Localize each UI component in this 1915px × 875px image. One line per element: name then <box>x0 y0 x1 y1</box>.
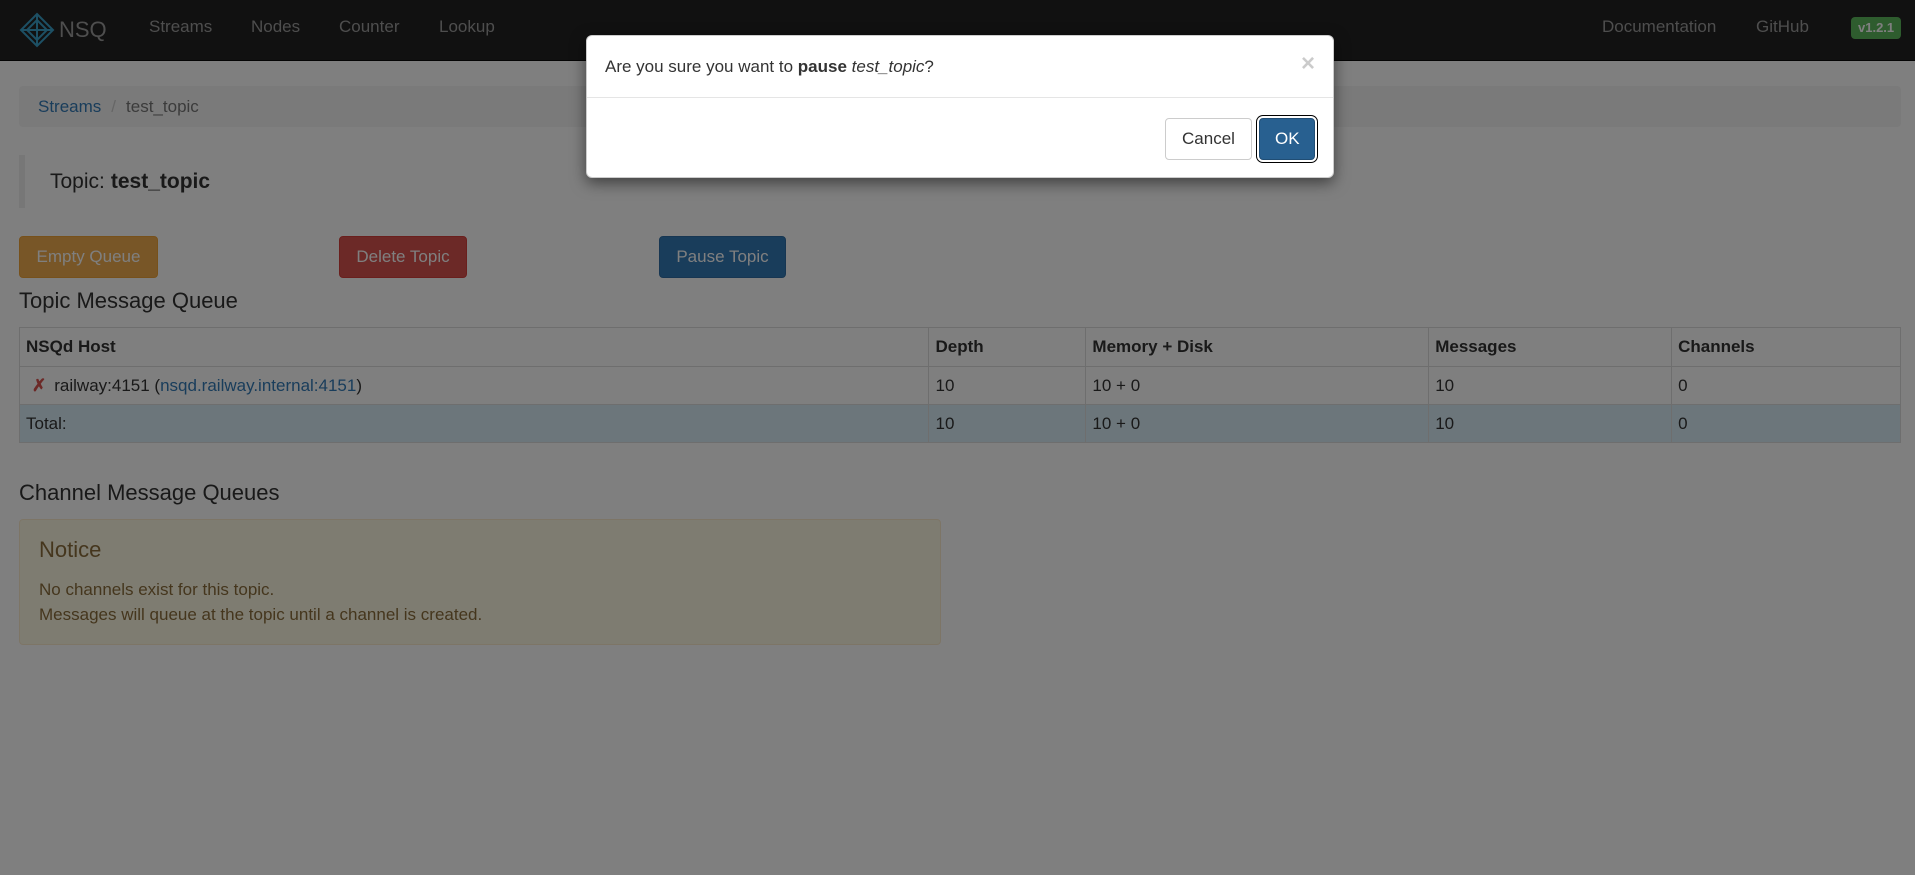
close-icon[interactable]: × <box>1301 52 1315 76</box>
dialog-suffix: ? <box>924 56 934 76</box>
confirm-dialog: Are you sure you want to pause test_topi… <box>586 35 1334 178</box>
dialog-header: Are you sure you want to pause test_topi… <box>587 36 1333 98</box>
ok-button[interactable]: OK <box>1259 118 1315 160</box>
dialog-prefix: Are you sure you want to <box>605 56 798 76</box>
dialog-action: pause <box>797 56 847 76</box>
cancel-button[interactable]: Cancel <box>1165 118 1252 160</box>
dialog-message: Are you sure you want to pause test_topi… <box>605 57 934 77</box>
dialog-target: test_topic <box>851 56 925 76</box>
